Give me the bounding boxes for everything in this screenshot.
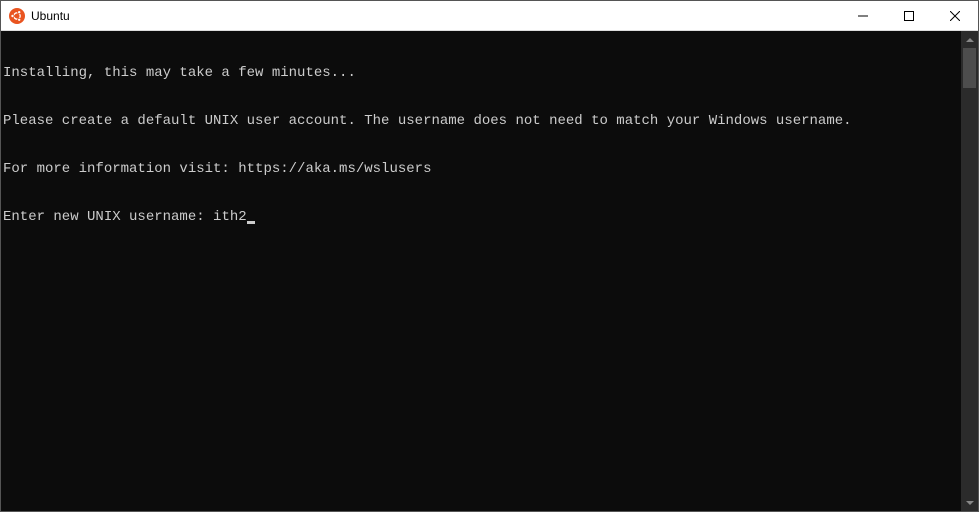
terminal-line: For more information visit: https://aka.… — [3, 161, 961, 177]
maximize-button[interactable] — [886, 1, 932, 30]
window-controls — [840, 1, 978, 30]
minimize-button[interactable] — [840, 1, 886, 30]
ubuntu-icon — [9, 8, 25, 24]
close-button[interactable] — [932, 1, 978, 30]
terminal-wrapper: Installing, this may take a few minutes.… — [1, 31, 978, 511]
scrollbar-thumb[interactable] — [963, 48, 976, 88]
scrollbar[interactable] — [961, 31, 978, 511]
terminal-prompt: Enter new UNIX username: — [3, 209, 213, 225]
terminal-input: ith2 — [213, 209, 247, 225]
terminal-line: Please create a default UNIX user accoun… — [3, 113, 961, 129]
terminal-line: Installing, this may take a few minutes.… — [3, 65, 961, 81]
scrollbar-down-arrow[interactable] — [961, 494, 978, 511]
titlebar: Ubuntu — [1, 1, 978, 31]
cursor — [247, 221, 255, 224]
terminal[interactable]: Installing, this may take a few minutes.… — [1, 31, 961, 511]
terminal-prompt-line: Enter new UNIX username: ith2 — [3, 209, 961, 225]
window-title: Ubuntu — [31, 9, 840, 23]
scrollbar-up-arrow[interactable] — [961, 31, 978, 48]
scrollbar-track[interactable] — [961, 48, 978, 494]
